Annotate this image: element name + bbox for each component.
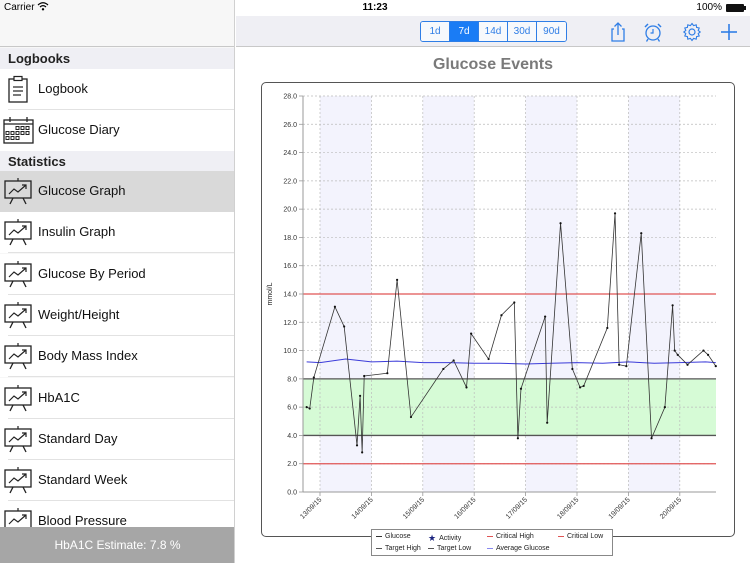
gear-icon[interactable] bbox=[681, 21, 703, 43]
sidebar-item-label: Standard Week bbox=[38, 472, 128, 488]
range-option-7d[interactable]: 7d bbox=[450, 22, 479, 41]
sidebar-item-label: Logbook bbox=[38, 81, 88, 96]
sidebar-item-label: HbA1C bbox=[38, 389, 80, 405]
range-option-1d[interactable]: 1d bbox=[421, 22, 450, 41]
sidebar-item-glucose-diary[interactable]: Glucose Diary bbox=[0, 110, 234, 151]
legend-item-average-glucose: Average Glucose bbox=[487, 545, 550, 552]
range-segmented-control: 1d 7d 14d 30d 90d bbox=[420, 21, 567, 42]
status-bar: Carrier 11:23 100% bbox=[0, 0, 750, 16]
legend-swatch-critical-low bbox=[558, 535, 564, 538]
range-option-30d[interactable]: 30d bbox=[508, 22, 537, 41]
sidebar-item-label: Standard Day bbox=[38, 430, 118, 446]
legend-label: Target Low bbox=[437, 545, 472, 552]
sidebar-item-weight-height[interactable]: Weight/Height bbox=[0, 294, 234, 336]
legend-label: Average Glucose bbox=[496, 545, 550, 552]
legend-swatch-target-low bbox=[428, 547, 434, 550]
chart-board-icon bbox=[4, 343, 32, 370]
alarm-clock-icon[interactable] bbox=[642, 21, 664, 43]
legend-item-target-low: Target Low bbox=[428, 545, 471, 552]
sidebar-item-insulin-graph[interactable]: Insulin Graph bbox=[0, 212, 234, 254]
chart-board-icon bbox=[4, 301, 32, 329]
chart-board-icon bbox=[4, 467, 32, 494]
legend-item-glucose: Glucose bbox=[376, 533, 411, 540]
sidebar-item-logbook[interactable]: Logbook bbox=[0, 69, 234, 110]
chart-board-icon bbox=[4, 219, 32, 246]
app-root: Logbooks Logbook Glucose Diary Statistic… bbox=[0, 0, 750, 563]
sidebar-item-label: Body Mass Index bbox=[38, 348, 138, 364]
chart-board-icon bbox=[4, 384, 32, 411]
hba1c-estimate: HbA1C Estimate: 7.8 % bbox=[0, 527, 234, 563]
sidebar-item-label: Glucose Diary bbox=[38, 122, 120, 137]
legend-label: Target High bbox=[385, 545, 421, 552]
sidebar-item-glucose-by-period[interactable]: Glucose By Period bbox=[0, 253, 234, 295]
main-nav-bar: 1d 7d 14d 30d 90d bbox=[236, 16, 750, 47]
legend-item-activity: ★ Activity bbox=[428, 533, 461, 544]
sidebar-item-standard-week[interactable]: Standard Week bbox=[0, 460, 234, 502]
chart-title: Glucose Events bbox=[432, 56, 554, 73]
chart-board-icon bbox=[4, 260, 32, 287]
star-icon: ★ bbox=[428, 533, 437, 543]
sidebar: Logbooks Logbook Glucose Diary Statistic… bbox=[0, 0, 235, 563]
chart-board-icon bbox=[4, 425, 32, 453]
sidebar-item-standard-day[interactable]: Standard Day bbox=[0, 418, 234, 460]
sidebar-item-label: Weight/Height bbox=[38, 306, 120, 322]
sidebar-item-glucose-graph[interactable]: Glucose Graph bbox=[0, 171, 234, 212]
sidebar-nav-bar bbox=[0, 16, 234, 47]
legend-swatch-critical-high bbox=[487, 535, 493, 538]
chart-frame bbox=[261, 82, 735, 537]
range-option-14d[interactable]: 14d bbox=[479, 22, 508, 41]
legend-item-critical-low: Critical Low bbox=[558, 533, 603, 540]
sidebar-item-body-mass-index[interactable]: Body Mass Index bbox=[0, 336, 234, 378]
range-option-90d[interactable]: 90d bbox=[537, 22, 566, 41]
legend-swatch-average bbox=[487, 547, 493, 550]
legend-item-critical-high: Critical High bbox=[487, 533, 534, 540]
chart-board-icon bbox=[4, 178, 32, 205]
battery-icon bbox=[726, 4, 746, 12]
chart-legend: Glucose ★ Activity Critical High Critical Lo… bbox=[371, 529, 613, 556]
sidebar-item-label: Glucose Graph bbox=[38, 183, 126, 198]
battery-percent: 100% bbox=[696, 2, 722, 13]
section-header-statistics: Statistics bbox=[0, 151, 234, 172]
legend-swatch-glucose bbox=[376, 535, 382, 538]
legend-label: Critical Low bbox=[567, 533, 604, 540]
clock: 11:23 bbox=[362, 2, 388, 13]
plus-icon[interactable] bbox=[718, 21, 740, 43]
legend-item-target-high: Target High bbox=[376, 545, 421, 552]
sidebar-item-label: Insulin Graph bbox=[38, 224, 116, 240]
sidebar-item-hba1c[interactable]: HbA1C bbox=[0, 377, 234, 419]
clipboard-icon bbox=[8, 75, 28, 103]
legend-swatch-target-high bbox=[376, 547, 382, 550]
legend-label: Activity bbox=[439, 535, 462, 542]
share-icon[interactable] bbox=[607, 21, 629, 43]
legend-label: Glucose bbox=[385, 533, 411, 540]
section-header-logbooks: Logbooks bbox=[0, 48, 234, 69]
sidebar-item-label: Glucose By Period bbox=[38, 265, 146, 281]
calendar-icon bbox=[3, 117, 34, 144]
legend-label: Critical High bbox=[496, 533, 534, 540]
